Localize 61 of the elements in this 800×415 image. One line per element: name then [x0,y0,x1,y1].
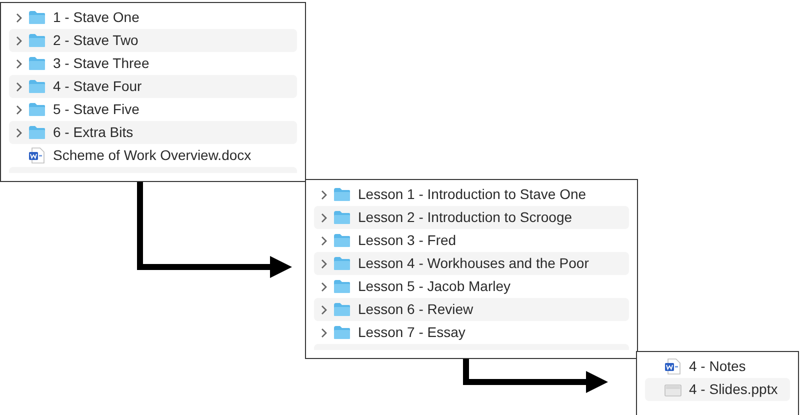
chevron-icon[interactable] [15,126,23,138]
folder-icon [333,233,351,248]
file-name: Lesson 4 - Workhouses and the Poor [358,254,589,273]
word-document-icon [28,147,46,164]
file-name: 4 - Notes [689,357,746,376]
folder-icon [333,302,351,317]
file-row[interactable]: Lesson 1 - Introduction to Stave One [314,183,629,206]
file-row[interactable]: Lesson 6 - Review [314,298,629,321]
file-row[interactable]: 4 - Stave Four [9,75,297,98]
file-name: Lesson 5 - Jacob Marley [358,277,511,296]
chevron-icon[interactable] [320,212,328,224]
file-name: 1 - Stave One [53,8,140,27]
chevron-icon[interactable] [15,80,23,92]
file-row[interactable]: 5 - Stave Five [9,98,297,121]
document-icon [664,382,682,396]
chevron-icon[interactable] [15,104,23,116]
chevron-icon[interactable] [320,304,328,316]
folder-icon [333,256,351,271]
file-row[interactable]: 1 - Stave One [9,6,297,29]
folder-icon [28,102,46,117]
file-name: Lesson 2 - Introduction to Scrooge [358,208,572,227]
chevron-icon[interactable] [15,12,23,24]
file-name: Lesson 1 - Introduction to Stave One [358,185,586,204]
chevron-icon[interactable] [15,34,23,46]
chevron-icon[interactable] [320,258,328,270]
folder-icon [333,187,351,202]
file-name: 6 - Extra Bits [53,123,134,142]
folder-icon [333,325,351,340]
file-name: 2 - Stave Two [53,31,138,50]
file-name: Lesson 7 - Essay [358,323,466,342]
file-name: 5 - Stave Five [53,100,140,119]
file-row[interactable]: 4 - Notes [645,355,790,378]
folder-icon [28,10,46,25]
folder-icon [28,56,46,71]
folder-icon [28,33,46,48]
file-row[interactable]: Lesson 4 - Workhouses and the Poor [314,252,629,275]
file-row[interactable]: 4 - Slides.pptx [645,378,790,401]
file-name: Scheme of Work Overview.docx [53,146,252,165]
chevron-icon[interactable] [320,234,328,246]
folder-icon [333,279,351,294]
chevron-icon[interactable] [320,280,328,292]
file-row[interactable]: Lesson 2 - Introduction to Scrooge [314,206,629,229]
file-name: Lesson 3 - Fred [358,231,456,250]
folder-icon [28,79,46,94]
file-row[interactable]: 3 - Stave Three [9,52,297,75]
file-row[interactable]: Lesson 3 - Fred [314,229,629,252]
file-name: Lesson 6 - Review [358,300,474,319]
file-row[interactable]: 6 - Extra Bits [9,121,297,144]
chevron-icon[interactable] [320,326,328,338]
file-name: 4 - Slides.pptx [689,380,778,399]
file-name: 3 - Stave Three [53,54,150,73]
file-row[interactable]: Lesson 7 - Essay [314,321,629,344]
chevron-icon[interactable] [15,58,23,70]
chevron-icon[interactable] [320,188,328,200]
folder-icon [28,125,46,140]
folder-icon [333,210,351,225]
word-document-icon [664,358,682,375]
file-row[interactable]: 2 - Stave Two [9,29,297,52]
file-row[interactable]: Lesson 5 - Jacob Marley [314,275,629,298]
file-row[interactable]: Scheme of Work Overview.docx [9,144,297,167]
file-name: 4 - Stave Four [53,77,142,96]
